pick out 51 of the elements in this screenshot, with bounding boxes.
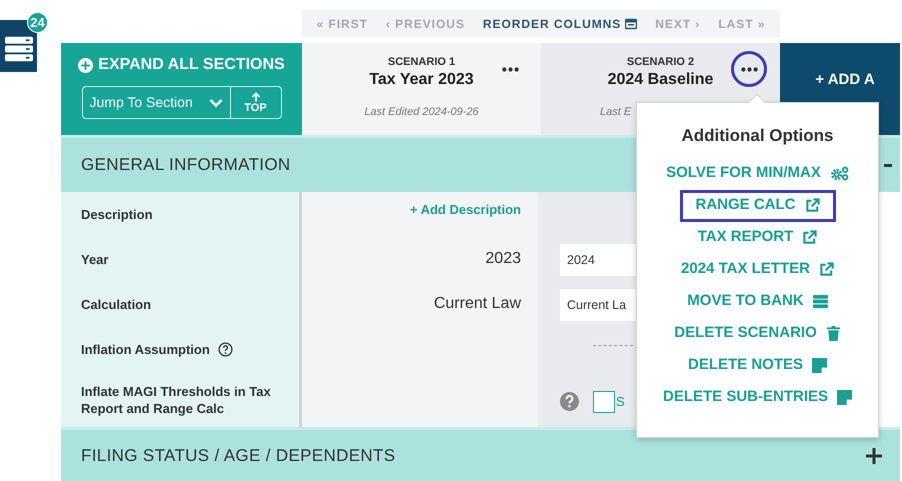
field-label: Calculation: [81, 296, 152, 313]
note-icon: [812, 358, 827, 373]
jump-to-section-select[interactable]: Jump To Section: [82, 87, 230, 118]
server-stack-icon: [4, 36, 32, 62]
checkbox-label: S: [616, 392, 625, 411]
arrow-up-icon: [250, 92, 260, 102]
minus-icon: [884, 164, 892, 166]
gears-icon: [830, 166, 849, 181]
trash-icon: [826, 326, 841, 341]
menu-item[interactable]: DELETE SCENARIO: [658, 318, 857, 350]
external-link-icon: [818, 262, 834, 277]
field-label: Inflation Assumption: [81, 341, 210, 358]
window-icon: [625, 18, 638, 30]
expand-all-button[interactable]: EXPAND ALL SECTIONS: [78, 53, 285, 77]
more-options-button[interactable]: [731, 51, 767, 87]
external-link-icon: [802, 230, 818, 245]
help-icon: [560, 392, 579, 411]
field-label: Inflate MAGI Thresholds in Tax Report and Range Calc: [81, 382, 272, 416]
menu-item[interactable]: RANGE CALC: [680, 190, 836, 222]
scenario-title: 2024 Baseline: [608, 70, 714, 90]
scenario-number: SCENARIO 2: [626, 55, 694, 69]
help-icon: [218, 342, 233, 357]
scenario-number: SCENARIO 1: [388, 55, 456, 69]
menu-item[interactable]: DELETE SUB-ENTRIES: [646, 382, 868, 414]
section-header[interactable]: FILING STATUS / AGE / DEPENDENTS: [61, 427, 900, 481]
field-label: Year: [81, 251, 110, 268]
scenario-value: 2023: [485, 249, 521, 269]
menu-item[interactable]: TAX REPORT: [682, 222, 834, 254]
count-badge: 24: [27, 12, 48, 33]
menu-item[interactable]: 2024 TAX LETTER: [665, 254, 850, 286]
ellipsis-icon: [740, 66, 758, 72]
top-button[interactable]: TOP: [230, 87, 280, 118]
chevron-down-icon: [208, 98, 222, 108]
note-icon: [837, 390, 852, 405]
scenario-title: Tax Year 2023: [369, 70, 474, 90]
scenario-value: Current Law: [434, 294, 521, 314]
pager-button[interactable]: REORDER COLUMNS: [482, 14, 638, 32]
last-edited-label: Last Edited 2024-09-26: [363, 105, 480, 120]
menu-item[interactable]: MOVE TO BANK: [671, 286, 844, 318]
add-description-link[interactable]: + Add Description: [410, 200, 521, 220]
last-edited-label: Last E: [599, 105, 632, 120]
plus-circle-icon: [78, 58, 94, 72]
checkbox[interactable]: [593, 390, 615, 412]
menu-item[interactable]: SOLVE FOR MIN/MAX: [650, 158, 865, 190]
plus-icon: [866, 448, 882, 464]
menu-item[interactable]: DELETE NOTES: [672, 350, 843, 382]
add-scenario-button[interactable]: + ADD A: [805, 69, 875, 89]
ellipsis-icon: [502, 66, 518, 72]
field-label: Description: [81, 206, 154, 223]
server-stack-icon: [812, 294, 828, 309]
external-link-icon: [804, 198, 820, 213]
